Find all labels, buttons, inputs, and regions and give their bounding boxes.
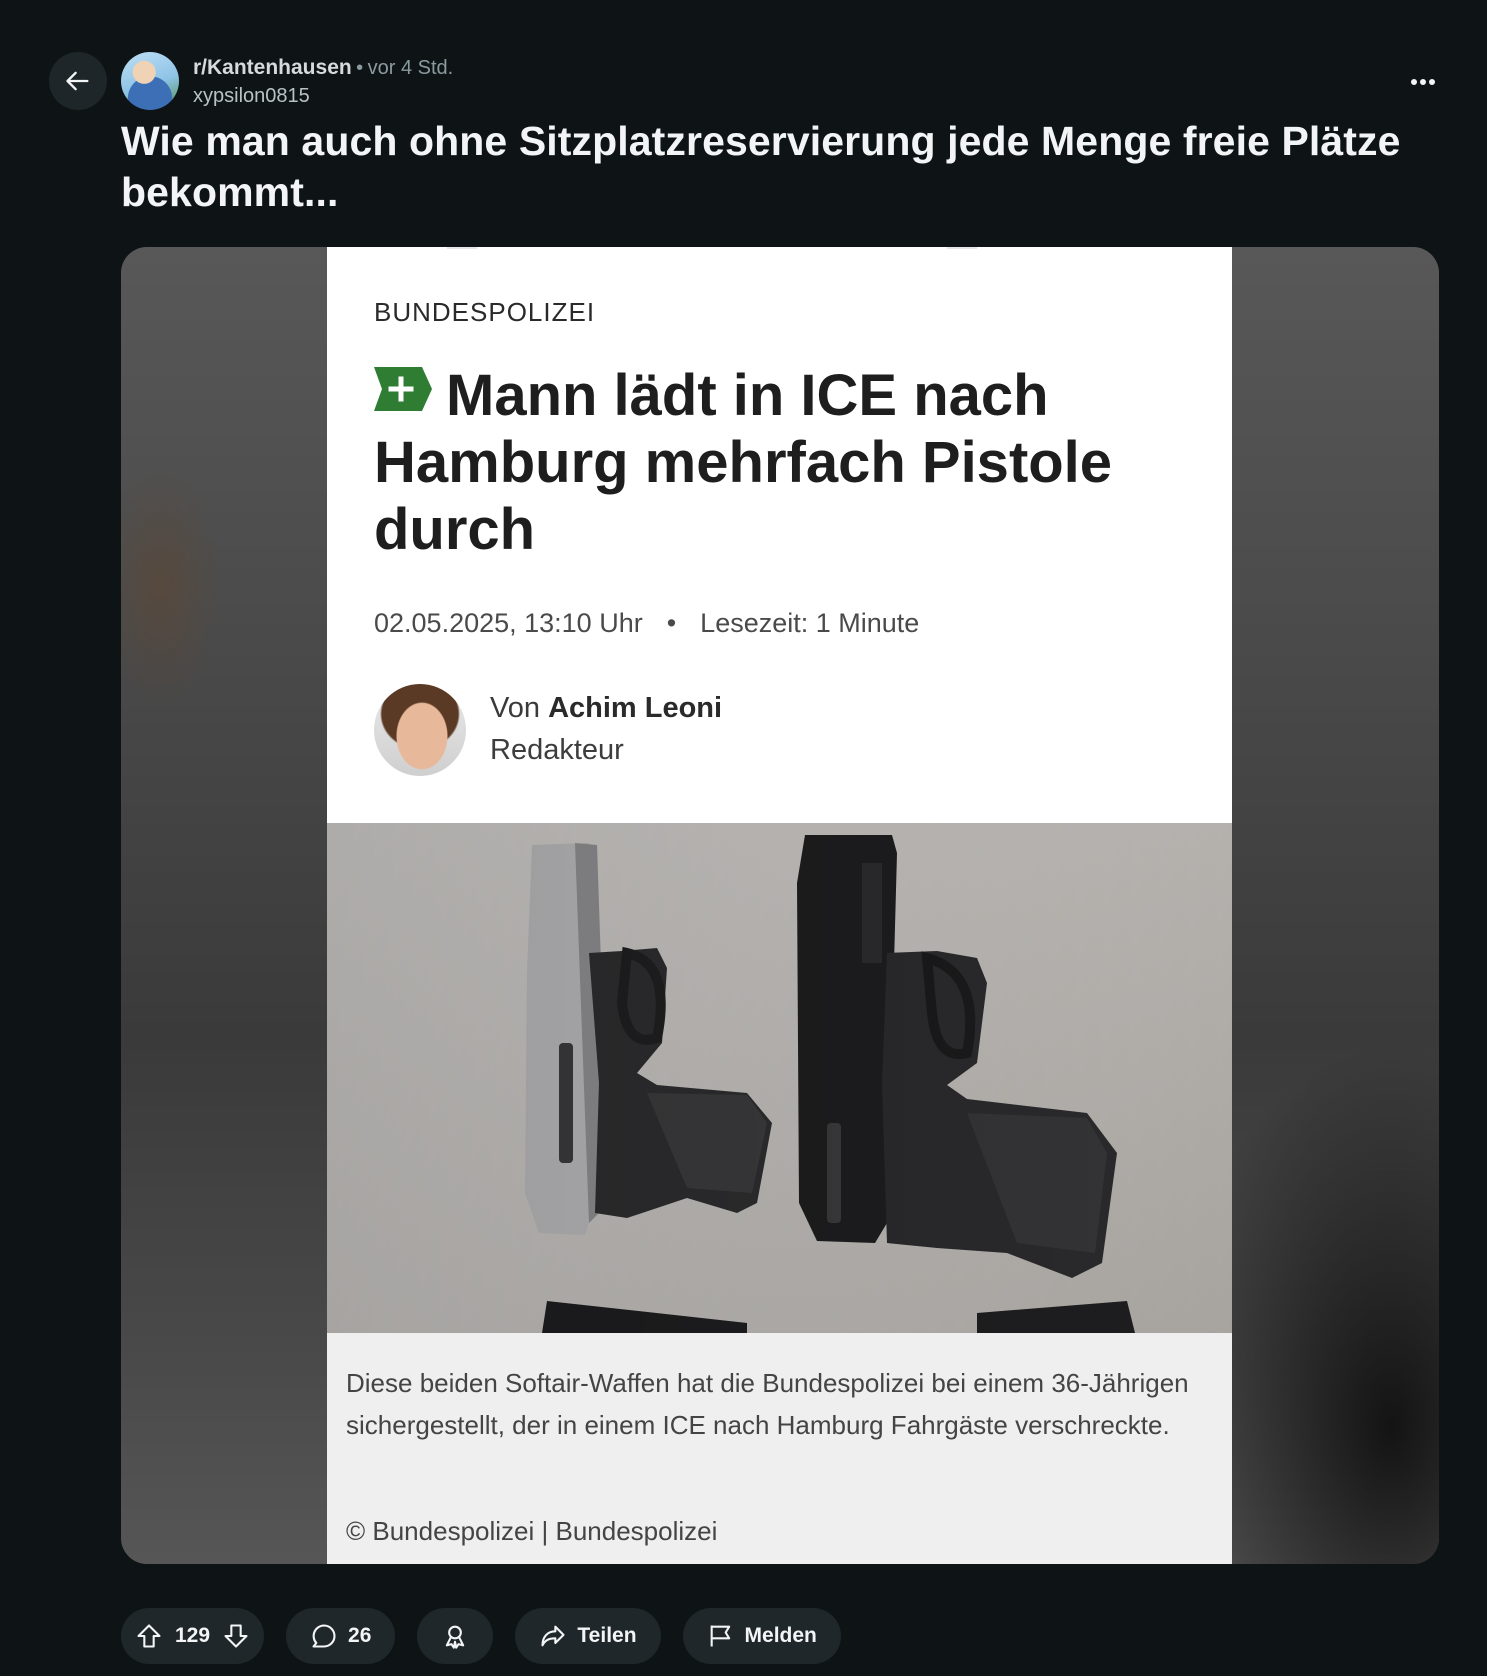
article-screenshot: BUNDESPOLIZEI Mann lädt in ICE nach Hamb…: [327, 247, 1232, 1564]
article-kicker: BUNDESPOLIZEI: [374, 297, 596, 327]
share-button[interactable]: Teilen: [515, 1608, 661, 1664]
more-options-button[interactable]: [1401, 62, 1445, 102]
article-headline-text: Mann lädt in ICE nach Hamburg mehrfach P…: [374, 363, 1113, 562]
downvote-icon: [224, 1624, 248, 1648]
article-photo: [327, 823, 1232, 1333]
photo-caption: Diese beiden Softair-Waffen hat die Bund…: [346, 1368, 1189, 1440]
award-icon: [446, 1625, 465, 1649]
photo-credit: © Bundespolizei | Bundespolizei: [346, 1516, 718, 1546]
post-actions: 129 26 Teilen Melden: [121, 1608, 841, 1664]
post-title: Wie man auch ohne Sitzplatzreservierung …: [121, 118, 1401, 215]
upvote-icon: [137, 1624, 161, 1648]
vote-score: 129: [175, 1624, 211, 1647]
report-label: Melden: [744, 1624, 817, 1647]
flag-icon: [710, 1625, 730, 1647]
arrow-left-icon: [66, 71, 89, 91]
award-button[interactable]: [417, 1608, 494, 1664]
post-image[interactable]: BUNDESPOLIZEI Mann lädt in ICE nach Hamb…: [121, 247, 1439, 1564]
share-icon: [541, 1625, 565, 1647]
reading-time: Lesezeit: 1 Minute: [700, 608, 920, 638]
share-label: Teilen: [577, 1624, 637, 1647]
comments-button[interactable]: 26: [286, 1608, 396, 1664]
article-headline: Mann lädt in ICE nach Hamburg mehrfach P…: [374, 362, 1174, 563]
article-byline: Von Achim Leoni Redakteur: [490, 687, 722, 771]
meta-separator: •: [356, 57, 364, 79]
article-date: 02.05.2025, 13:10 Uhr: [374, 608, 643, 638]
article-dateline: 02.05.2025, 13:10 Uhr • Lesezeit: 1 Minute: [374, 608, 919, 639]
comments-count: 26: [348, 1624, 372, 1647]
post-author[interactable]: xypsilon0815: [193, 83, 453, 110]
subreddit-avatar[interactable]: [121, 52, 179, 110]
report-button[interactable]: Melden: [682, 1608, 841, 1664]
byline-prefix: Von: [490, 692, 540, 724]
downvote-button[interactable]: [222, 1622, 250, 1650]
dateline-separator: •: [666, 608, 677, 638]
author-name: Achim Leoni: [548, 692, 723, 724]
post-time: vor 4 Std.: [367, 57, 454, 79]
back-button[interactable]: [49, 52, 107, 110]
vote-control: 129: [121, 1608, 265, 1664]
author-role: Redakteur: [490, 734, 624, 766]
more-horizontal-icon: [1411, 79, 1435, 85]
author-photo: [374, 684, 466, 776]
pistols-illustration: [327, 823, 1232, 1333]
comment-icon: [312, 1624, 336, 1648]
subreddit-link[interactable]: r/Kantenhausen: [193, 56, 352, 79]
plus-badge-icon: [374, 367, 432, 411]
post-meta: r/Kantenhausen • vor 4 Std. xypsilon0815: [193, 54, 453, 110]
upvote-button[interactable]: [135, 1622, 163, 1650]
cut-off-text: [327, 247, 1232, 249]
